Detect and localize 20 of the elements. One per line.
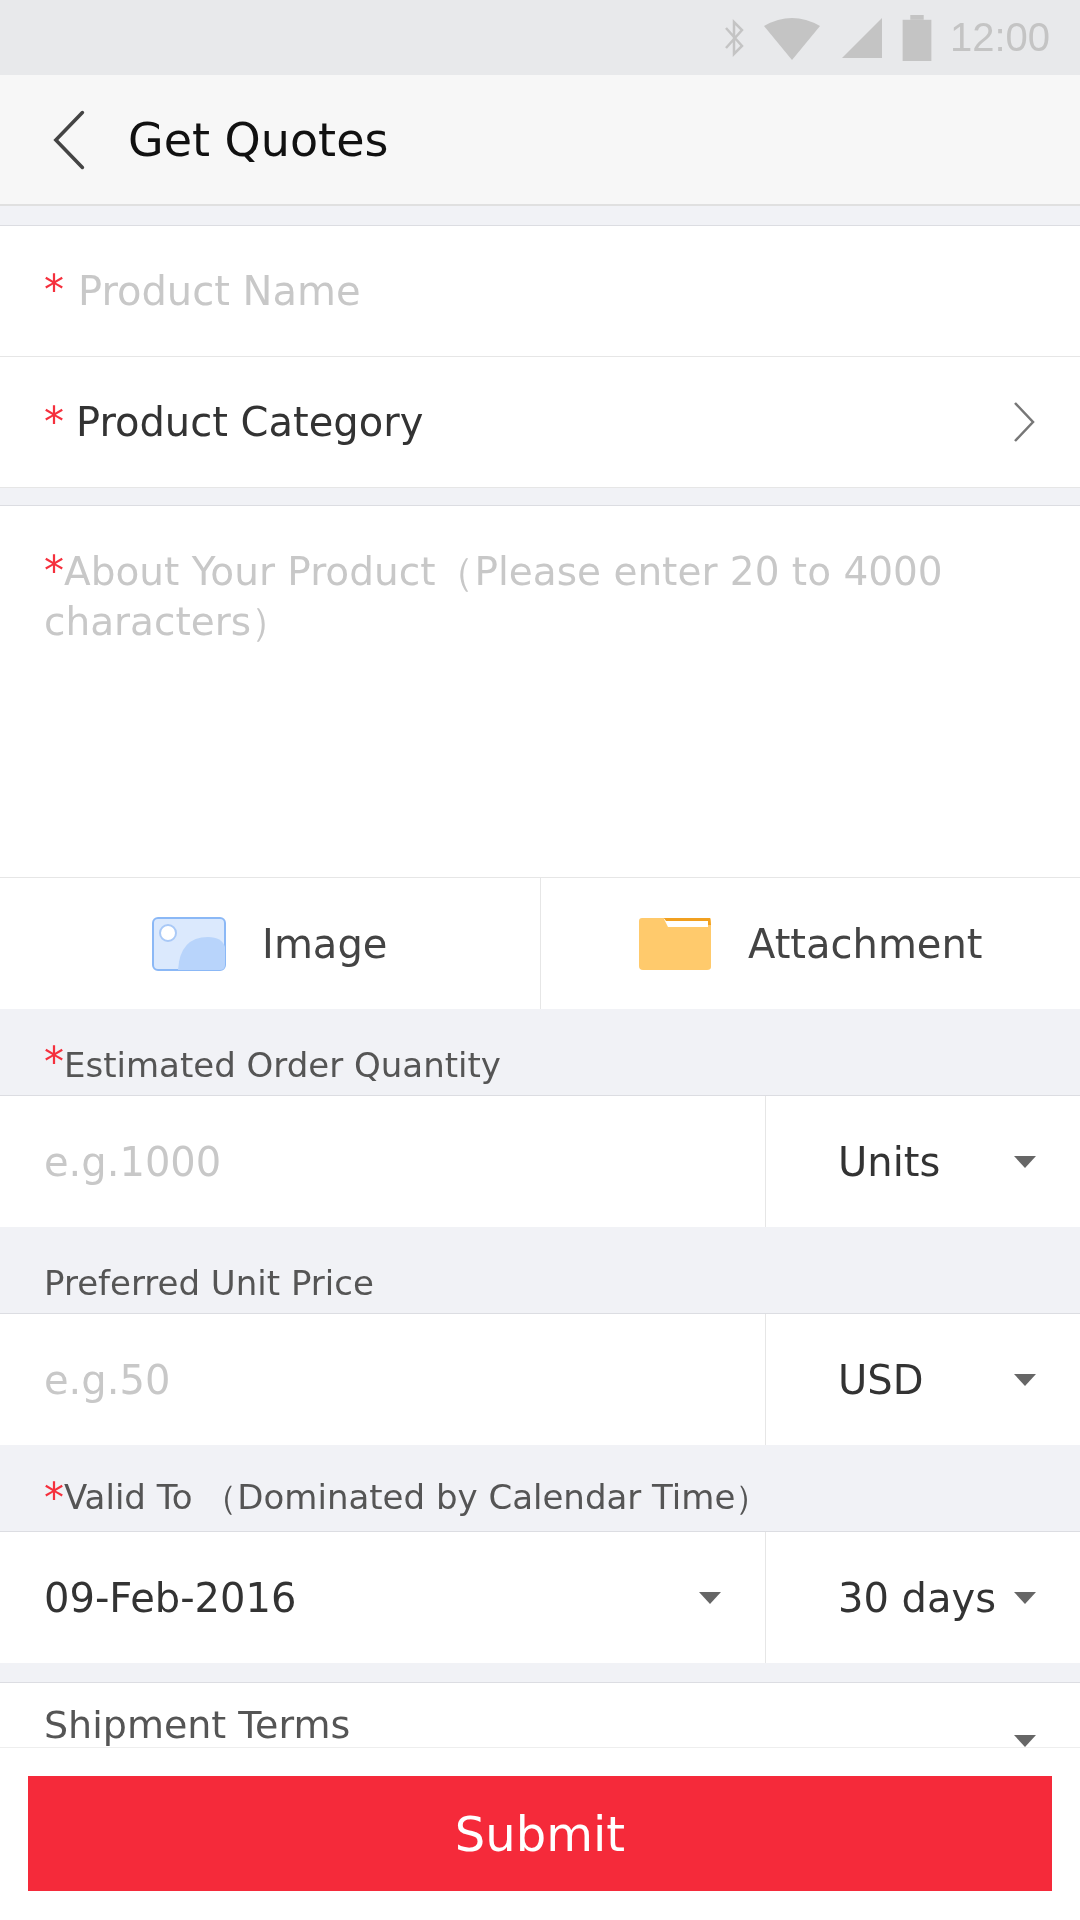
required-mark: *	[44, 270, 64, 310]
unit-dropdown[interactable]: Units	[766, 1096, 1080, 1227]
folder-icon	[638, 916, 712, 971]
caret-icon	[699, 1591, 721, 1604]
unit-dropdown[interactable]: USD	[766, 1314, 1080, 1445]
page-title: Get Quotes	[128, 112, 389, 167]
chevron-right-icon	[1012, 400, 1036, 444]
required-mark: *	[44, 399, 64, 445]
battery-icon	[901, 14, 932, 61]
caret-icon	[1014, 1373, 1036, 1386]
wifi-icon	[761, 15, 822, 60]
category-selector[interactable]: * Product Category	[0, 357, 1080, 488]
shipment-dropdown[interactable]: Shipment Terms	[0, 1683, 1080, 1747]
caret-icon	[1014, 1591, 1036, 1604]
submit-button[interactable]: Submit	[28, 1776, 1052, 1891]
category-label: Product Category	[76, 399, 425, 445]
image-icon	[152, 916, 227, 971]
date-dropdown[interactable]: 09-Feb-2016	[0, 1532, 766, 1663]
caret-icon	[1014, 1155, 1036, 1168]
unit-dropdown[interactable]: 30 days	[766, 1532, 1080, 1663]
